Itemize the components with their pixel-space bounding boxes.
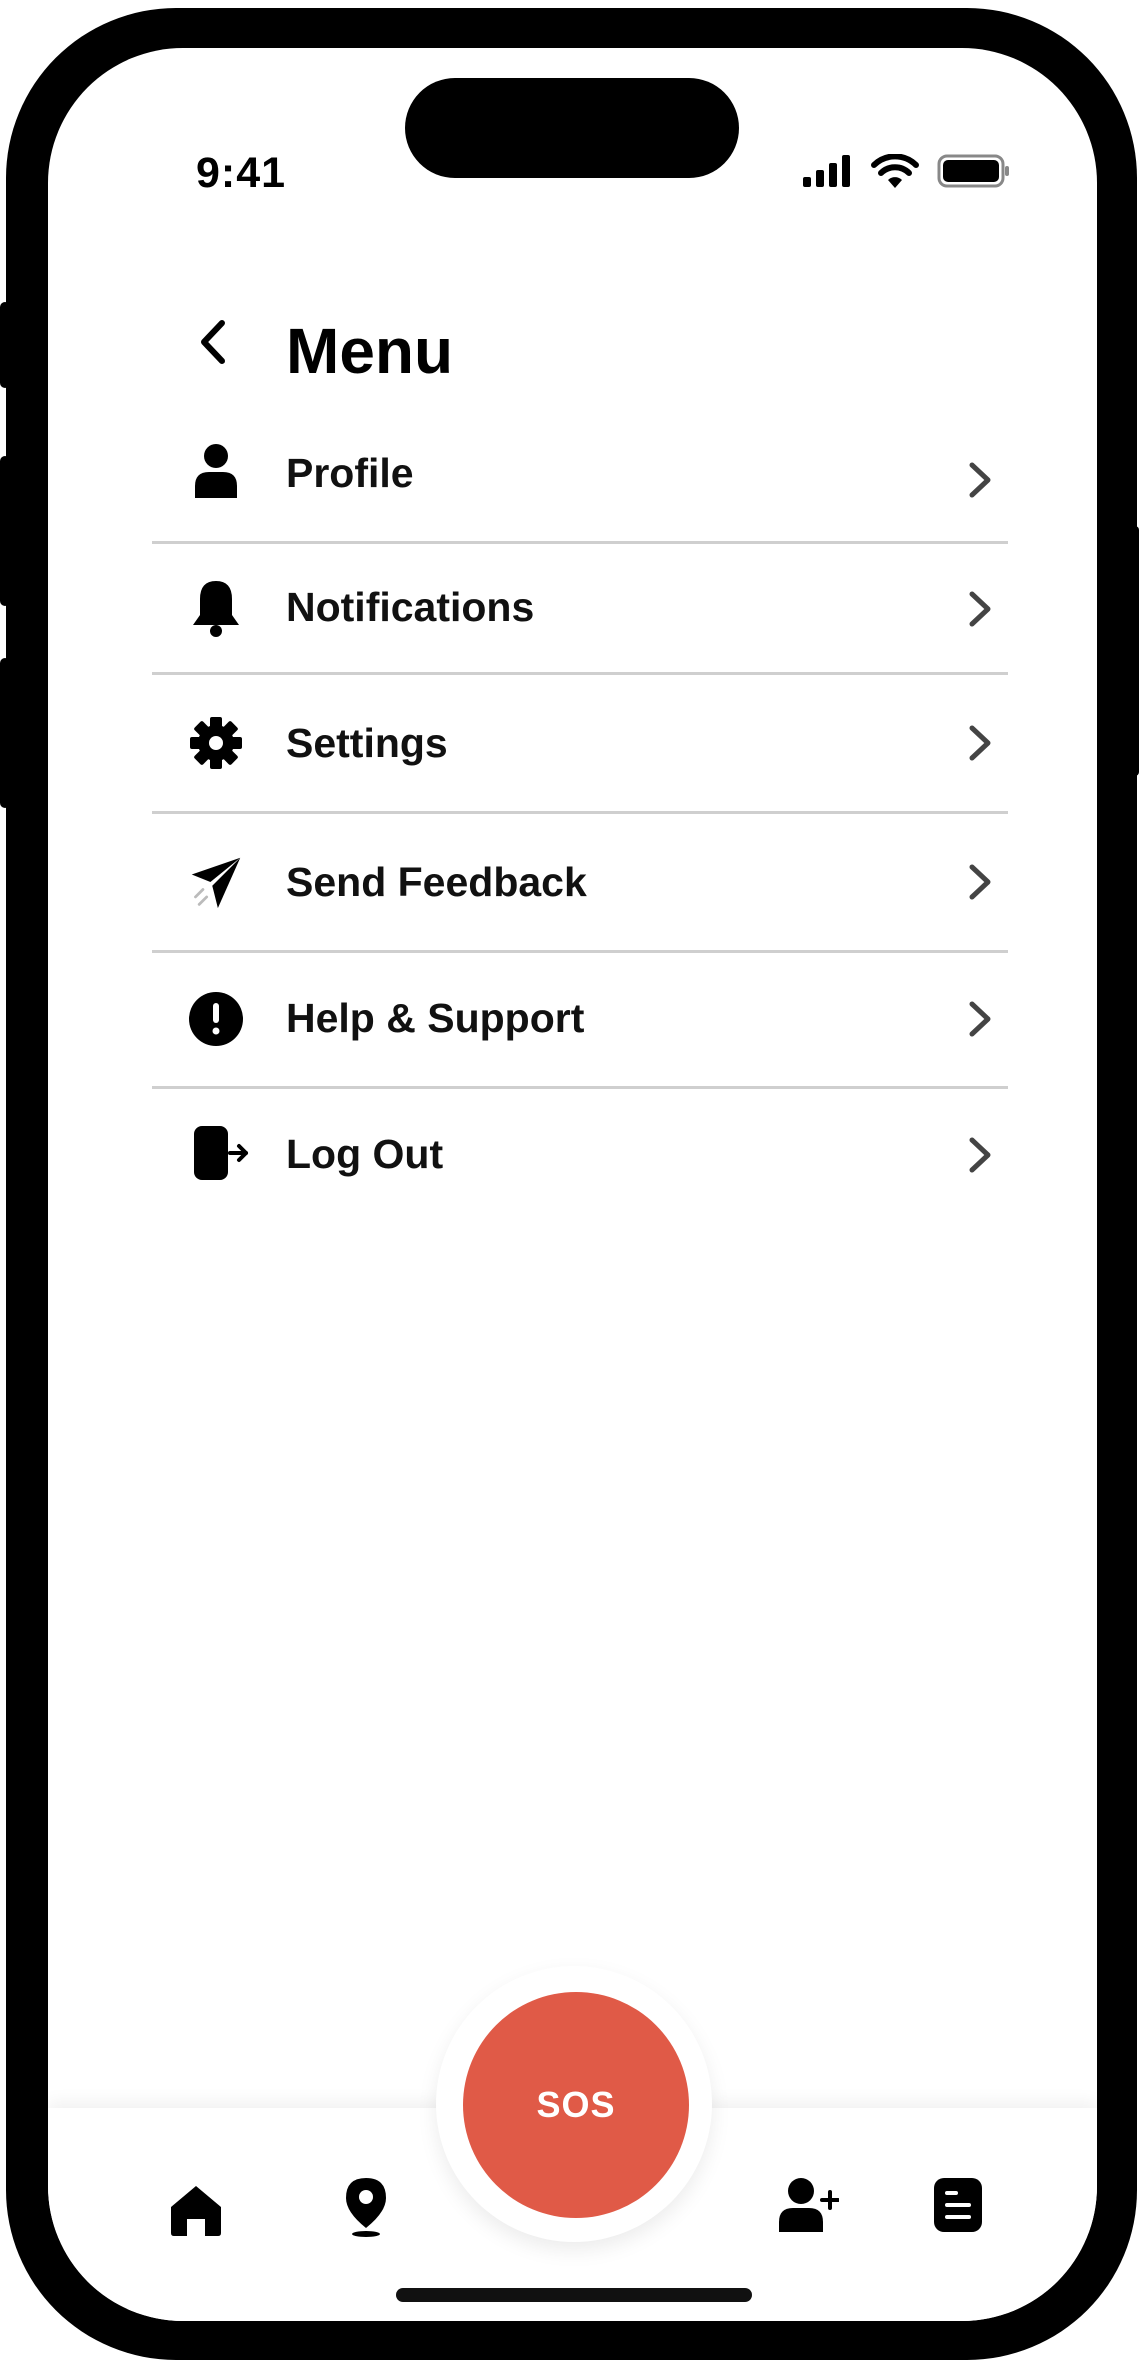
menu-item-settings[interactable]: Settings [152, 675, 1008, 814]
menu-item-notifications[interactable]: Notifications [152, 544, 1008, 675]
menu-item-help-support[interactable]: Help & Support [152, 953, 1008, 1089]
logout-icon [188, 1125, 252, 1181]
screen: 9:41 Menu Profile Notifications Settings… [48, 48, 1097, 2321]
home-icon [171, 2186, 221, 2236]
page-title: Menu [286, 315, 454, 387]
chevron-right-icon [969, 864, 991, 900]
bell-icon [188, 580, 244, 637]
status-icons [803, 154, 1011, 188]
paper-plane-icon [188, 854, 244, 910]
home-indicator [396, 2288, 752, 2302]
gear-icon [188, 715, 244, 771]
menu-item-label: Settings [286, 720, 448, 766]
menu-list: Profile Notifications Settings Send Feed… [152, 398, 1008, 1219]
battery-icon [937, 154, 1009, 188]
menu-item-label: Notifications [286, 584, 535, 630]
sos-label: SOS [536, 2084, 616, 2125]
chevron-right-icon [969, 462, 991, 498]
add-person-icon [779, 2178, 839, 2232]
chevron-right-icon [969, 725, 991, 761]
menu-item-label: Profile [286, 450, 414, 496]
nav-home[interactable] [166, 2180, 226, 2240]
back-button[interactable] [188, 314, 238, 370]
exclamation-circle-icon [188, 991, 244, 1047]
chevron-right-icon [969, 1137, 991, 1173]
menu-item-send-feedback[interactable]: Send Feedback [152, 814, 1008, 953]
location-pin-icon [346, 2178, 386, 2237]
header: Menu [48, 298, 1097, 398]
menu-item-label: Send Feedback [286, 859, 587, 905]
cellular-signal-icon [803, 155, 850, 187]
nav-documents[interactable] [930, 2174, 986, 2236]
menu-item-log-out[interactable]: Log Out [152, 1089, 1008, 1219]
document-icon [934, 2178, 982, 2232]
wifi-icon [871, 154, 919, 188]
sos-button[interactable]: SOS [463, 1992, 689, 2218]
chevron-right-icon [969, 1001, 991, 1037]
nav-location[interactable] [336, 2174, 396, 2240]
chevron-left-icon [201, 320, 225, 364]
dynamic-island [405, 78, 739, 178]
status-bar: 9:41 [48, 48, 1097, 208]
status-time: 9:41 [196, 149, 287, 197]
nav-add-contact[interactable] [778, 2174, 840, 2236]
menu-item-label: Help & Support [286, 995, 585, 1041]
chevron-right-icon [969, 591, 991, 627]
menu-item-label: Log Out [286, 1131, 444, 1177]
menu-item-profile[interactable]: Profile [152, 398, 1008, 544]
person-icon [188, 442, 244, 498]
